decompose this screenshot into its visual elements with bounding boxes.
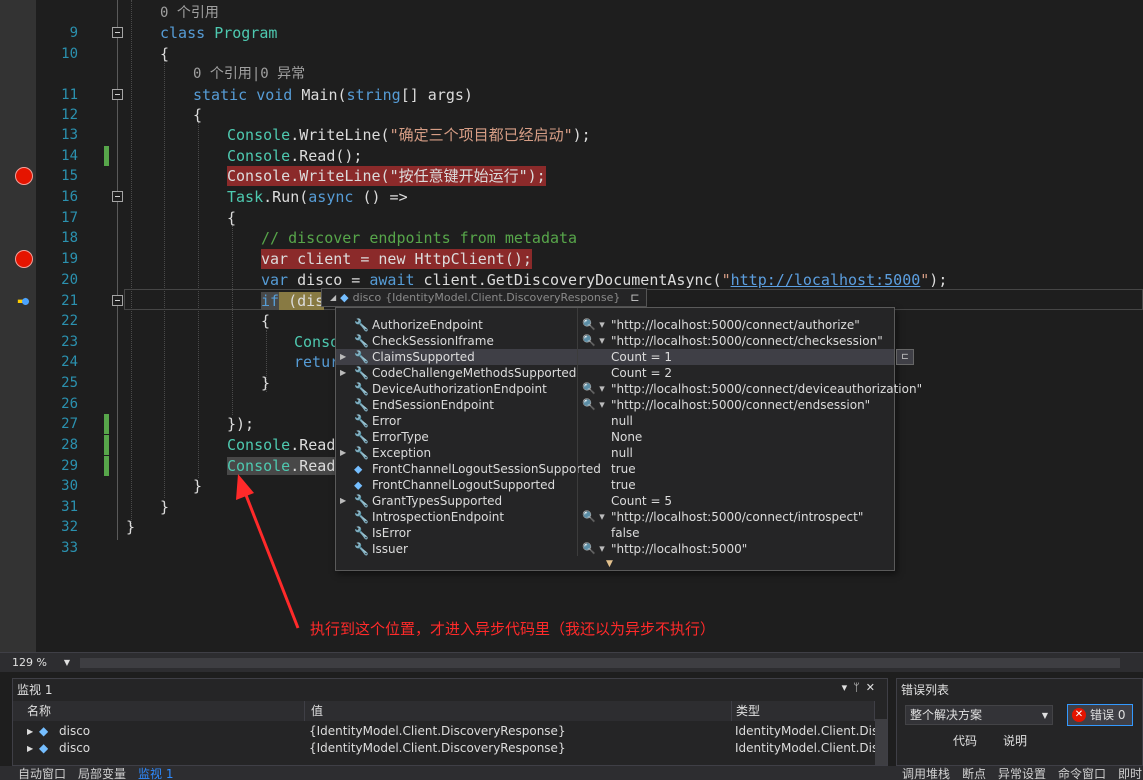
pin-icon[interactable]: ᛘ: [853, 681, 866, 694]
column-header-type[interactable]: 类型: [732, 701, 875, 721]
chevron-down-icon: ▼: [1041, 711, 1048, 720]
column-header-description[interactable]: 说明: [1003, 731, 1027, 751]
tab-command-window[interactable]: 命令窗口: [1058, 767, 1106, 780]
close-icon[interactable]: ✕: [866, 681, 881, 694]
watch-type: IdentityModel.Client.Dis...: [735, 741, 875, 755]
errors-filter-button[interactable]: ✕ 错误 0: [1067, 704, 1133, 726]
error-icon: ✕: [1072, 708, 1086, 722]
object-icon: ◆: [39, 724, 49, 738]
tab-locals[interactable]: 局部变量: [78, 767, 126, 780]
tab-autos[interactable]: 自动窗口: [18, 767, 66, 780]
tab-watch-1[interactable]: 监视 1: [138, 767, 173, 780]
watch-panel[interactable]: 监视 1 ▾ᛘ✕ 名称 值 类型 ▶ ◆ disco {IdentityMode…: [12, 678, 888, 766]
zoom-value: 129 %: [12, 656, 47, 669]
tool-window-tabs: 自动窗口 局部变量 监视 1 调用堆栈 断点 异常设置 命令窗口 即时: [0, 766, 1143, 780]
expand-icon[interactable]: ▶: [27, 723, 33, 740]
watch-value: {IdentityModel.Client.DiscoveryResponse}: [309, 741, 566, 755]
watch-row[interactable]: ▶ ◆ disco {IdentityModel.Client.Discover…: [13, 740, 875, 757]
dropdown-icon[interactable]: ▾: [842, 681, 854, 694]
panel-title: 错误列表: [901, 683, 950, 697]
error-count: 错误 0: [1090, 708, 1126, 722]
vertical-scrollbar[interactable]: [875, 719, 887, 765]
annotation-text: 执行到这个位置，才进入异步代码里（我还以为异步不执行）: [310, 620, 716, 638]
chevron-down-icon: ▼: [63, 658, 70, 667]
tab-breakpoints[interactable]: 断点: [962, 767, 986, 780]
tab-immediate[interactable]: 即时: [1118, 767, 1142, 780]
watch-name: disco: [59, 724, 91, 738]
column-header-value[interactable]: 值: [305, 701, 732, 721]
code-editor[interactable]: ➡ 9 10 11 12 13 14 15 16 17 18 19 20 21 …: [0, 0, 1143, 652]
panel-title: 监视 1: [17, 683, 53, 697]
tab-call-stack[interactable]: 调用堆栈: [902, 767, 950, 780]
scope-value: 整个解决方案: [910, 708, 983, 722]
editor-status-bar: 129 % ▼: [0, 652, 1143, 672]
panel-buttons: ▾ᛘ✕: [842, 681, 881, 694]
tab-exception-settings[interactable]: 异常设置: [998, 767, 1046, 780]
watch-type: IdentityModel.Client.Dis...: [735, 724, 875, 738]
annotation-arrow: [236, 474, 300, 629]
zoom-dropdown[interactable]: 129 % ▼: [12, 655, 72, 671]
horizontal-scrollbar[interactable]: [80, 658, 1120, 668]
watch-value: {IdentityModel.Client.DiscoveryResponse}: [309, 724, 566, 738]
column-header-name[interactable]: 名称: [13, 701, 305, 721]
watch-name: disco: [59, 741, 91, 755]
error-list-panel[interactable]: 错误列表 整个解决方案 ▼ ✕ 错误 0 代码 说明: [896, 678, 1143, 766]
expand-icon[interactable]: ▶: [27, 740, 33, 757]
column-header-code[interactable]: 代码: [953, 731, 977, 751]
scope-dropdown[interactable]: 整个解决方案 ▼: [905, 705, 1053, 725]
watch-row[interactable]: ▶ ◆ disco {IdentityModel.Client.Discover…: [13, 723, 875, 740]
object-icon: ◆: [39, 741, 49, 755]
